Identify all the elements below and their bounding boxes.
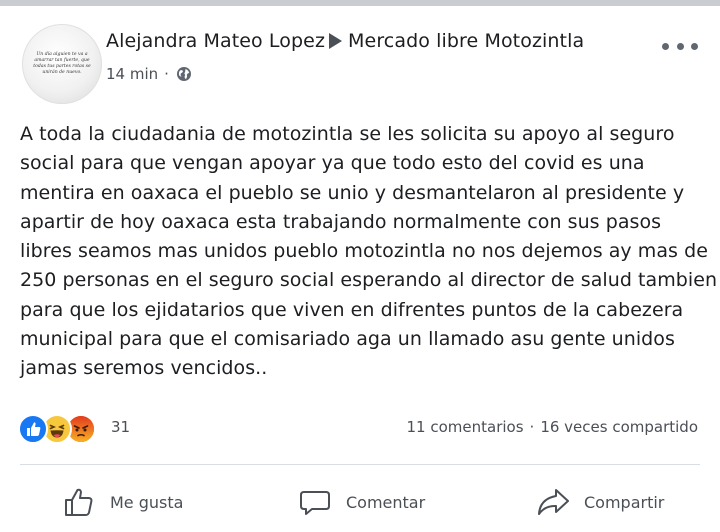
share-label: Compartir — [584, 492, 665, 512]
reaction-icons — [18, 414, 108, 444]
thumbs-up-icon — [65, 488, 93, 516]
more-dot — [691, 42, 698, 50]
avatar[interactable]: Un día alguien te va a amarrar tan fuert… — [22, 24, 102, 104]
post-body-line: libres seamos mas unidos pueblo motozint… — [20, 240, 708, 263]
post-meta: 14 min · — [106, 64, 192, 84]
author-name[interactable]: Alejandra Mateo Lopez — [106, 30, 325, 52]
group-name[interactable]: Mercado libre Motozintla — [348, 30, 584, 52]
post-body-line: municipal para que el comisariado aga un… — [20, 328, 675, 351]
post-actions: Me gusta Comentar Compartir — [0, 476, 720, 532]
comment-bubble-icon — [300, 491, 330, 515]
post-body-line: social para que vengan apoyar ya que tod… — [20, 152, 645, 175]
actions-divider — [20, 464, 700, 465]
post-body-line: mentira en oaxaca el pueblo se unio y de… — [20, 181, 685, 204]
shares-count[interactable]: 16 veces compartido — [540, 418, 698, 436]
stats-separator: · — [529, 418, 535, 436]
post-body-line: A toda la ciudadania de motozintla se le… — [20, 123, 675, 145]
post-stats: 11 comentarios · 16 veces compartido — [407, 417, 699, 437]
share-button[interactable]: Compartir — [536, 482, 664, 522]
comments-count[interactable]: 11 comentarios — [407, 418, 524, 436]
avatar-quote-text: Un día alguien te va a amarrar tan fuert… — [33, 52, 91, 75]
like-reaction-icon — [18, 414, 48, 444]
like-button[interactable]: Me gusta — [62, 482, 183, 522]
like-label: Me gusta — [110, 492, 184, 512]
more-options-icon[interactable] — [662, 34, 698, 58]
reactions-summary[interactable]: 31 11 comentarios · 16 veces compartido — [18, 412, 702, 444]
post-body-line: 250 personas en el seguro social esperan… — [20, 269, 718, 292]
reaction-count: 31 — [111, 418, 131, 436]
comment-button[interactable]: Comentar — [298, 482, 425, 522]
globe-icon[interactable] — [176, 66, 192, 82]
more-dot — [676, 42, 684, 50]
post-card: Un día alguien te va a amarrar tan fuert… — [0, 6, 720, 527]
post-header: Un día alguien te va a amarrar tan fuert… — [22, 24, 698, 108]
author-line: Alejandra Mateo Lopez Mercado libre Motoz… — [106, 28, 584, 54]
post-body-line: para que los ejidatarios que viven en di… — [20, 298, 684, 321]
comment-label: Comentar — [346, 492, 426, 512]
share-arrow-icon — [538, 489, 569, 515]
post-timestamp[interactable]: 14 min — [106, 64, 158, 84]
more-dot — [662, 42, 669, 50]
post-body-line: apartir de hoy oaxaca esta trabajando no… — [20, 210, 662, 233]
right-triangle-icon — [329, 33, 343, 49]
meta-separator: · — [164, 65, 169, 83]
post-body-line: jamas seremos vencidos.. — [20, 357, 268, 380]
post-body: A toda la ciudadania de motozintla se le… — [20, 120, 718, 384]
